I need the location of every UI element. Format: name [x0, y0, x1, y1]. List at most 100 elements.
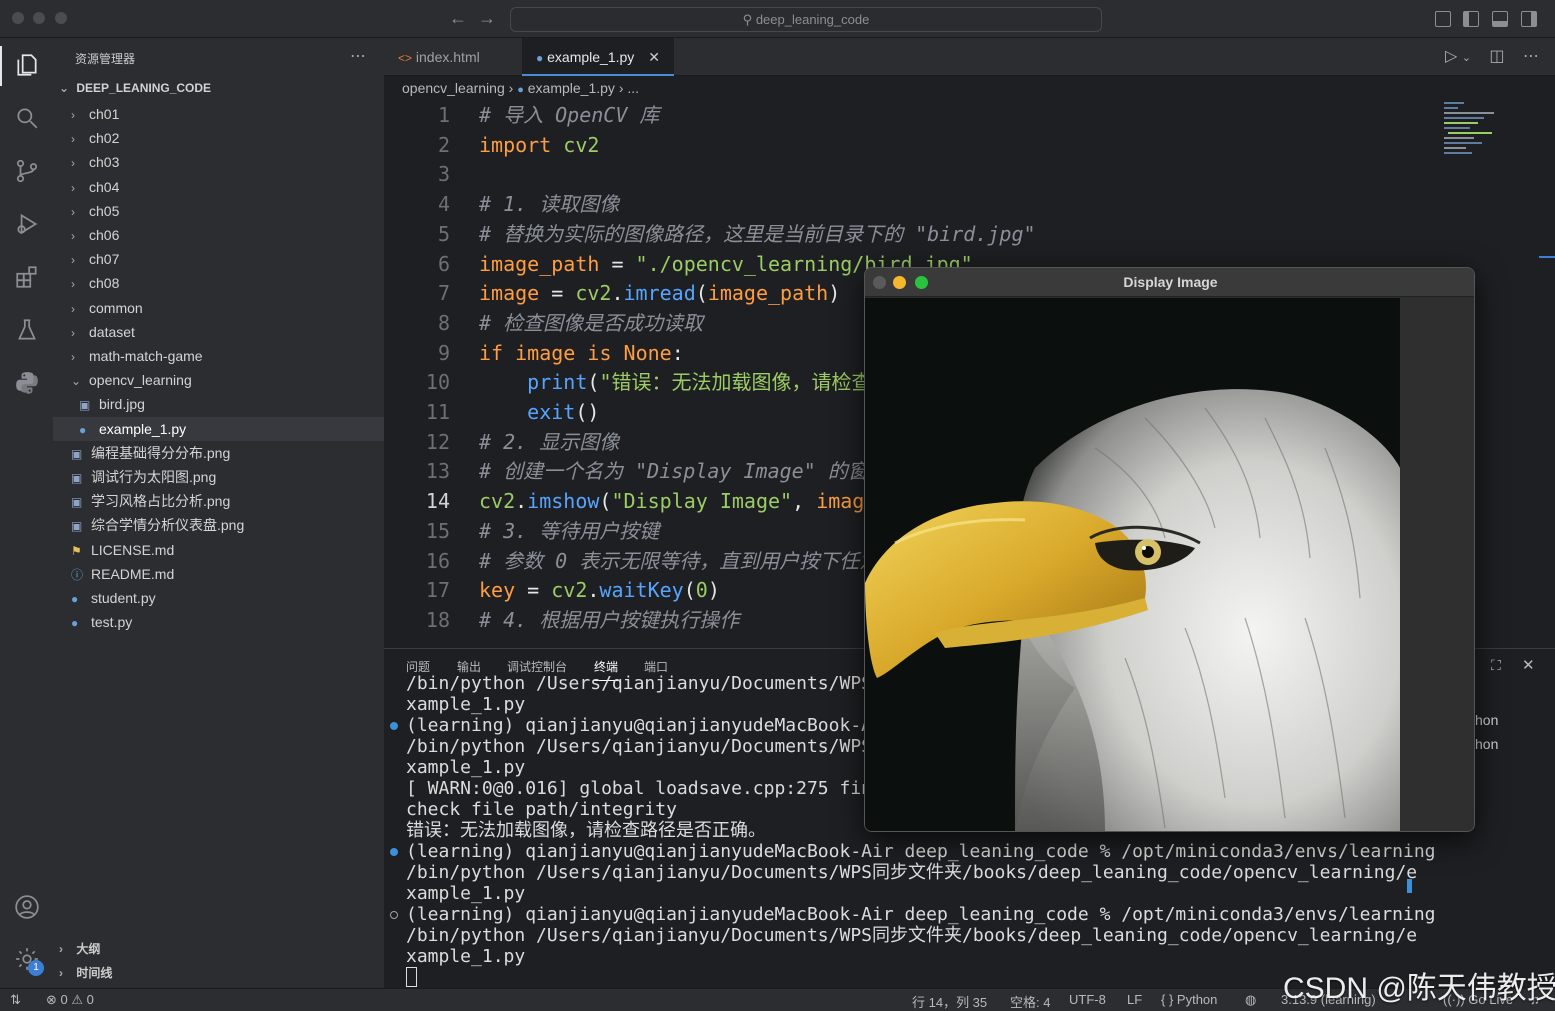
- toggle-primary-sidebar-icon[interactable]: [1463, 11, 1479, 27]
- arrow-left-icon[interactable]: ←: [449, 8, 467, 29]
- window-title: Display Image: [865, 268, 1474, 297]
- window-close-button[interactable]: [12, 12, 24, 24]
- tree-item[interactable]: ● example_1.py: [53, 416, 384, 441]
- tree-item[interactable]: › ch06: [53, 223, 384, 247]
- window-minimize-button[interactable]: [33, 12, 45, 24]
- code-token: image: [479, 281, 540, 306]
- command-decoration-icon[interactable]: [390, 911, 398, 919]
- display-image-window[interactable]: Display Image: [864, 267, 1475, 832]
- run-debug-icon[interactable]: [14, 211, 40, 237]
- chevron-down-icon[interactable]: ⌄: [1462, 52, 1471, 64]
- command-decoration-icon[interactable]: [390, 848, 398, 856]
- python-icon[interactable]: [14, 370, 40, 396]
- split-editor-icon[interactable]: ◫: [1489, 48, 1504, 65]
- tree-item[interactable]: ▣ bird.jpg: [53, 392, 384, 416]
- testing-icon[interactable]: [14, 317, 40, 343]
- line-number: 6: [437, 251, 450, 276]
- tree-item[interactable]: ▣ 调试行为太阳图.png: [53, 465, 384, 489]
- code-token: ,: [792, 489, 817, 514]
- source-control-icon[interactable]: [14, 158, 40, 184]
- breadcrumb-folder[interactable]: opencv_learning: [402, 80, 505, 96]
- tree-item[interactable]: › common: [53, 296, 384, 320]
- indentation[interactable]: 空格: 4: [1010, 992, 1050, 1011]
- line-number: 2: [437, 132, 450, 157]
- tree-item-label: example_1.py: [99, 420, 187, 437]
- settings-gear-icon[interactable]: 1: [14, 946, 44, 976]
- tree-item[interactable]: › ch08: [53, 271, 384, 295]
- account-icon[interactable]: [14, 894, 40, 920]
- code-line[interactable]: 5 # 替换为实际的图像路径，这里是当前目录下的 "bird.jpg": [384, 219, 1555, 249]
- close-panel-icon[interactable]: ✕: [1522, 656, 1535, 674]
- tree-item[interactable]: › math-match-game: [53, 344, 384, 368]
- code-line[interactable]: 4 # 1. 读取图像: [384, 189, 1555, 219]
- close-icon[interactable]: ✕: [648, 49, 660, 65]
- line-number: 14: [425, 489, 450, 514]
- run-python-icon[interactable]: ▷: [1445, 48, 1457, 65]
- tree-item[interactable]: ● student.py: [53, 586, 384, 610]
- code-line[interactable]: 3: [384, 159, 1555, 189]
- terminal-list-item[interactable]: hon: [1475, 736, 1498, 752]
- tree-item[interactable]: ⚑ LICENSE.md: [53, 538, 384, 562]
- tree-item[interactable]: ▣ 学习风格占比分析.png: [53, 489, 384, 513]
- toggle-secondary-sidebar-icon[interactable]: [1521, 11, 1537, 27]
- command-center-search[interactable]: ⚲ deep_leaning_code: [510, 7, 1102, 32]
- line-number: 3: [437, 162, 450, 187]
- tree-item[interactable]: ⌄ opencv_learning: [53, 368, 384, 392]
- tab-index-html[interactable]: <> index.html: [384, 38, 521, 76]
- terminal-list-item[interactable]: hon: [1475, 712, 1498, 728]
- tree-item-label: 综合学情分析仪表盘.png: [91, 517, 245, 534]
- toggle-panel-icon[interactable]: [1492, 11, 1508, 27]
- code-token: (: [587, 370, 600, 395]
- arrow-right-icon[interactable]: →: [478, 8, 496, 29]
- code-token: key: [479, 578, 516, 603]
- problems-status[interactable]: ⊗ 0 ⚠ 0: [46, 992, 94, 1008]
- python-file-icon: ●: [79, 422, 87, 437]
- remote-icon[interactable]: ⇅: [10, 992, 21, 1008]
- window-zoom-button[interactable]: [915, 276, 928, 289]
- tree-item[interactable]: › ch07: [53, 247, 384, 271]
- tab-example-1-py[interactable]: ● example_1.py ✕: [522, 38, 674, 76]
- tree-item[interactable]: › ch05: [53, 199, 384, 223]
- command-decoration-icon[interactable]: [390, 722, 398, 730]
- tree-item[interactable]: ● test.py: [53, 610, 384, 634]
- copilot-icon[interactable]: ◍: [1245, 992, 1256, 1008]
- tree-item[interactable]: ▣ 综合学情分析仪表盘.png: [53, 513, 384, 537]
- search-icon[interactable]: [14, 105, 40, 131]
- tree-item-label: opencv_learning: [89, 372, 192, 389]
- chevron-right-icon: ›: [71, 253, 75, 268]
- tree-item[interactable]: ⓘ README.md: [53, 562, 384, 586]
- code-token: if: [479, 340, 504, 365]
- tree-item[interactable]: ▣ 编程基础得分分布.png: [53, 441, 384, 465]
- outline-section[interactable]: › 大纲: [53, 938, 384, 960]
- timeline-section[interactable]: › 时间线: [53, 962, 384, 984]
- tree-item[interactable]: › ch03: [53, 150, 384, 174]
- minimap[interactable]: [1440, 100, 1510, 160]
- customize-layout-icon[interactable]: [1435, 11, 1451, 27]
- terminal-line: (learning) qianjianyu@qianjianyudeMacBoo…: [406, 715, 894, 736]
- code-token: # 创建一个名为 "Display Image" 的窗: [479, 459, 868, 484]
- code-line[interactable]: 1 # 导入 OpenCV 库: [384, 100, 1555, 130]
- line-ending[interactable]: LF: [1127, 992, 1142, 1007]
- tree-item-label: ch02: [89, 130, 120, 147]
- tree-item[interactable]: › dataset: [53, 320, 384, 344]
- breadcrumb-file[interactable]: example_1.py: [528, 80, 615, 96]
- cursor-position[interactable]: 行 14，列 35: [912, 992, 987, 1011]
- chevron-right-icon: ›: [71, 108, 75, 122]
- code-line[interactable]: 2 import cv2: [384, 130, 1555, 160]
- window-minimize-button[interactable]: [893, 276, 906, 289]
- more-actions-icon[interactable]: ⋯: [1523, 48, 1539, 65]
- extensions-icon[interactable]: [14, 264, 40, 290]
- encoding[interactable]: UTF-8: [1069, 992, 1106, 1007]
- explorer-icon[interactable]: [14, 52, 40, 78]
- window-close-button[interactable]: [873, 276, 886, 289]
- language-mode[interactable]: { } Python: [1161, 992, 1217, 1007]
- tree-item[interactable]: › ch02: [53, 126, 384, 150]
- workspace-root[interactable]: ⌄ DEEP_LEANING_CODE: [59, 81, 211, 95]
- maximize-panel-icon[interactable]: ⛶: [1491, 657, 1501, 674]
- window-zoom-button[interactable]: [55, 12, 67, 24]
- more-actions-icon[interactable]: ⋯: [350, 46, 366, 66]
- breadcrumb-more[interactable]: ...: [627, 80, 639, 96]
- tree-item[interactable]: › ch01: [53, 102, 384, 126]
- tree-item[interactable]: › ch04: [53, 175, 384, 199]
